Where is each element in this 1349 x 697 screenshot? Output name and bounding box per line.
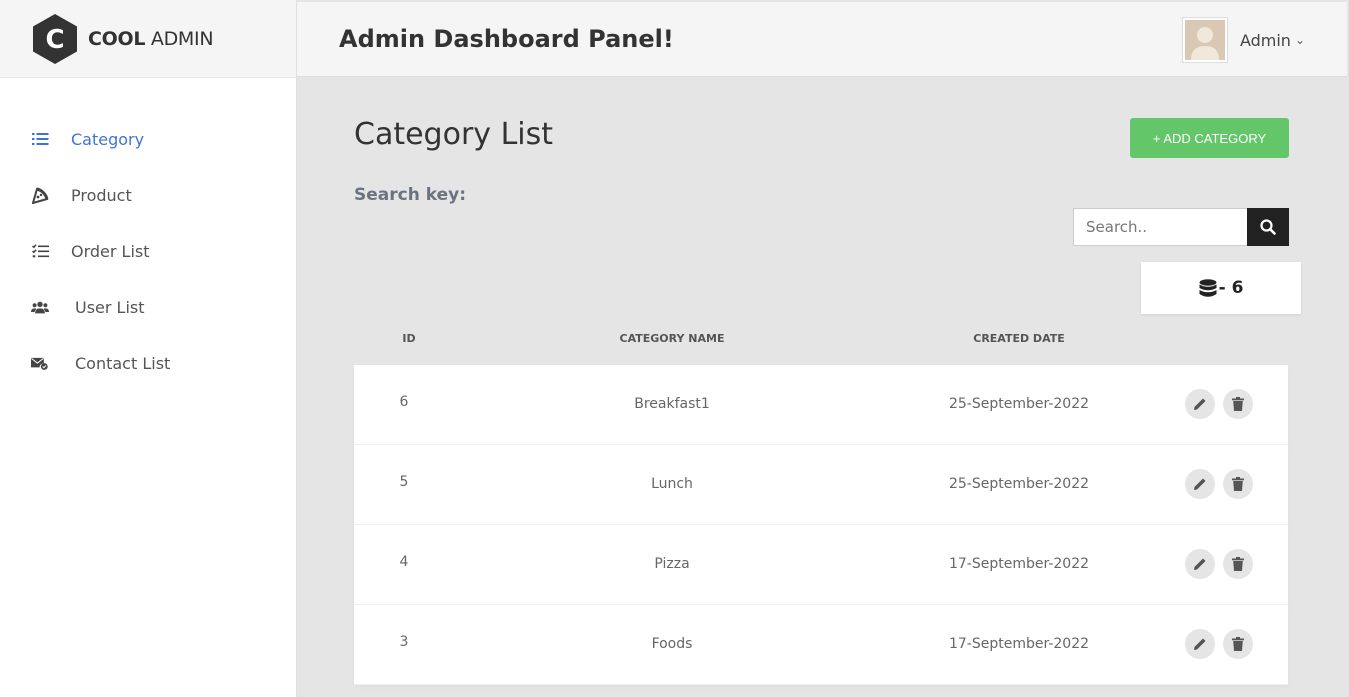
user-menu[interactable]: Admin ⌄: [1181, 17, 1305, 63]
trash-icon: [1232, 557, 1244, 571]
logo-hexagon-icon: C: [33, 13, 77, 64]
sidebar-item-label: Product: [71, 185, 132, 205]
sidebar-item-label: Order List: [71, 241, 150, 261]
delete-button[interactable]: [1223, 549, 1253, 579]
sidebar-item-contact-list[interactable]: Contact List: [0, 335, 296, 391]
pencil-icon: [1194, 558, 1206, 570]
brand-name-light: ADMIN: [150, 27, 214, 50]
cell-id: 6: [399, 394, 409, 410]
edit-button[interactable]: [1185, 549, 1215, 579]
delete-button[interactable]: [1223, 389, 1253, 419]
trash-icon: [1232, 637, 1244, 651]
table-row: 4 Pizza 17-September-2022: [354, 525, 1288, 605]
pencil-icon: [1194, 478, 1206, 490]
edit-button[interactable]: [1185, 629, 1215, 659]
svg-text:C: C: [45, 25, 64, 55]
sidebar-item-category[interactable]: Category: [0, 111, 296, 167]
trash-icon: [1232, 477, 1244, 491]
brand-name-bold: COOL: [88, 27, 146, 50]
top-header: Admin Dashboard Panel! Admin ⌄: [297, 2, 1347, 77]
checklist-icon: [31, 242, 49, 260]
cell-created-date: 17-September-2022: [948, 556, 1090, 572]
trash-icon: [1232, 397, 1244, 411]
delete-button[interactable]: [1223, 629, 1253, 659]
table-row: 6 Breakfast1 25-September-2022: [354, 365, 1288, 445]
cell-created-date: 25-September-2022: [948, 476, 1090, 492]
sidebar-item-order-list[interactable]: Order List: [0, 223, 296, 279]
cell-created-date: 25-September-2022: [948, 396, 1090, 412]
table-row: 5 Lunch 25-September-2022: [354, 445, 1288, 525]
page-heading: Admin Dashboard Panel!: [339, 25, 674, 53]
cell-id: 5: [399, 474, 409, 490]
sidebar-item-label: Contact List: [75, 353, 171, 373]
category-list-title: Category List: [354, 117, 554, 152]
sidebar: C COOL ADMIN Category Product Order List: [0, 0, 297, 697]
search-bar: [1073, 208, 1289, 246]
pizza-icon: [31, 186, 49, 204]
chevron-down-icon: ⌄: [1294, 33, 1305, 47]
users-icon: [31, 298, 49, 316]
category-count: - 6: [1218, 278, 1244, 298]
cell-id: 3: [399, 634, 409, 650]
avatar-silhouette-icon: [1184, 20, 1225, 60]
search-key-label: Search key:: [354, 185, 466, 205]
category-table: 6 Breakfast1 25-September-2022 5 Lunch 2…: [354, 365, 1288, 685]
column-header-id[interactable]: ID: [402, 332, 415, 345]
cell-category-name: Lunch: [651, 476, 693, 492]
sidebar-item-label: User List: [75, 297, 145, 317]
edit-button[interactable]: [1185, 469, 1215, 499]
envelope-check-icon: [31, 354, 49, 372]
table-row: 3 Foods 17-September-2022: [354, 605, 1288, 685]
user-name: Admin: [1239, 30, 1291, 50]
edit-button[interactable]: [1185, 389, 1215, 419]
category-count-card: - 6: [1141, 262, 1301, 314]
sidebar-item-user-list[interactable]: User List: [0, 279, 296, 335]
brand-logo[interactable]: C COOL ADMIN: [0, 0, 296, 78]
search-button[interactable]: [1247, 208, 1289, 246]
cell-created-date: 17-September-2022: [948, 636, 1090, 652]
column-header-category-name[interactable]: CATEGORY NAME: [620, 332, 725, 345]
pencil-icon: [1194, 638, 1206, 650]
brand-name: COOL ADMIN: [88, 27, 214, 50]
delete-button[interactable]: [1223, 469, 1253, 499]
cell-category-name: Pizza: [654, 556, 690, 572]
cell-id: 4: [399, 554, 409, 570]
cell-category-name: Foods: [651, 636, 693, 652]
pencil-icon: [1194, 398, 1206, 410]
sidebar-item-product[interactable]: Product: [0, 167, 296, 223]
table-header: ID CATEGORY NAME CREATED DATE: [354, 332, 1288, 352]
sidebar-nav: Category Product Order List User List Co…: [0, 111, 296, 391]
sidebar-item-label: Category: [71, 129, 145, 149]
add-category-button[interactable]: + ADD CATEGORY: [1130, 118, 1289, 158]
avatar: [1181, 17, 1228, 63]
search-input[interactable]: [1073, 208, 1247, 246]
column-header-created-date[interactable]: CREATED DATE: [973, 332, 1065, 345]
search-icon: [1260, 219, 1276, 235]
database-icon: [1199, 278, 1217, 297]
cell-category-name: Breakfast1: [634, 396, 710, 412]
list-icon: [31, 130, 49, 148]
